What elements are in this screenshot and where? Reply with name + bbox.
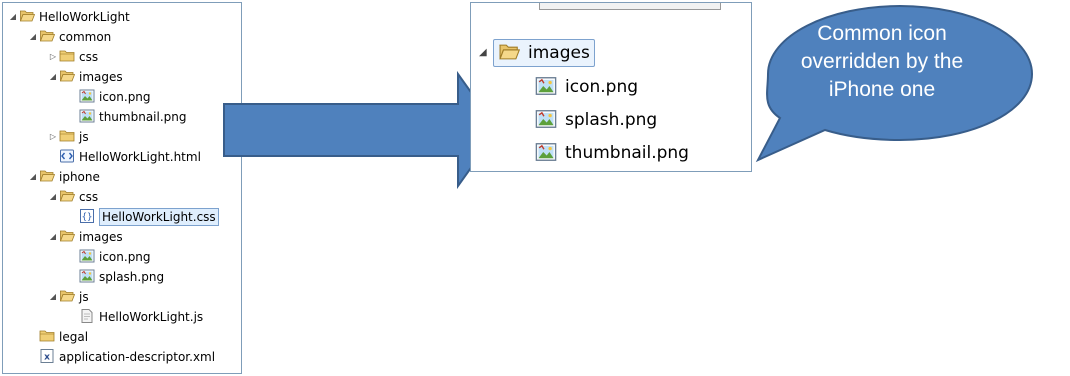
tree-node-label: HelloWorkLight — [39, 10, 130, 24]
open-folder-icon — [498, 41, 521, 63]
image-file-icon — [79, 268, 95, 284]
expanded-twisty-icon[interactable]: ◢ — [47, 67, 59, 87]
tree-node-helloworklight-js[interactable]: HelloWorkLight.js — [79, 307, 203, 327]
tree-node-label: thumbnail.png — [99, 110, 187, 124]
expanded-twisty-icon[interactable]: ◢ — [27, 27, 39, 47]
tree-node-label: legal — [59, 330, 89, 344]
zoom-node-thumbnail-png[interactable]: thumbnail.png — [535, 137, 689, 169]
callout-text: Common icon overridden by the iPhone one — [800, 22, 964, 101]
zoom-node-splash-png[interactable]: splash.png — [535, 104, 657, 136]
folder-icon — [39, 328, 55, 344]
project-tree-panel[interactable]: ◢ HelloWorkLight ◢ common ▷ css ◢ images ico… — [2, 2, 242, 374]
open-folder-icon — [39, 168, 56, 184]
tree-node-iphone-icon-png[interactable]: icon.png — [79, 247, 151, 267]
image-file-icon — [79, 108, 95, 124]
tree-node-label: icon.png — [99, 250, 151, 264]
tree-node-common-js[interactable]: ▷ js — [47, 127, 89, 147]
image-file-icon — [535, 108, 557, 130]
zoom-node-label: thumbnail.png — [565, 143, 689, 163]
tree-node-common-images[interactable]: ◢ images — [47, 67, 123, 87]
open-folder-icon — [19, 8, 36, 24]
open-folder-icon — [59, 68, 76, 84]
tree-node-common-thumbnail-png[interactable]: thumbnail.png — [79, 107, 187, 127]
tree-node-application-descriptor-xml[interactable]: x application-descriptor.xml — [39, 347, 215, 367]
tree-node-label: images — [79, 230, 123, 244]
tree-node-label: application-descriptor.xml — [59, 350, 216, 364]
tree-node-label: js — [79, 130, 89, 144]
open-folder-icon — [59, 228, 76, 244]
tree-node-helloworklight-css[interactable]: {} HelloWorkLight.css — [79, 207, 219, 227]
arrow-shape — [223, 70, 500, 190]
folder-icon — [59, 48, 75, 64]
tree-node-common[interactable]: ◢ common — [27, 27, 111, 47]
zoom-node-label: splash.png — [565, 110, 658, 130]
css-file-icon: {} — [79, 208, 95, 224]
tree-node-helloworklight-html[interactable]: HelloWorkLight.html — [59, 147, 201, 167]
tree-node-label: css — [79, 50, 99, 64]
tree-node-label: HelloWorkLight.css — [99, 208, 219, 226]
expanded-twisty-icon[interactable]: ◢ — [27, 167, 39, 187]
open-folder-icon — [39, 28, 56, 44]
zoom-node-selection: images — [493, 39, 595, 67]
image-file-icon — [535, 75, 557, 97]
collapsed-twisty-icon[interactable]: ▷ — [47, 127, 59, 147]
zoom-node-images[interactable]: ◢ images — [479, 37, 595, 69]
tree-node-label: css — [79, 190, 99, 204]
tree-node-iphone-js[interactable]: ◢ js — [47, 287, 89, 307]
partial-row-top — [539, 3, 721, 10]
tree-node-common-icon-png[interactable]: icon.png — [79, 87, 151, 107]
tree-node-label: js — [79, 290, 89, 304]
zoom-node-icon-png[interactable]: icon.png — [535, 71, 638, 103]
image-file-icon — [535, 141, 557, 163]
collapsed-twisty-icon[interactable]: ▷ — [47, 47, 59, 67]
html-file-icon — [59, 148, 75, 164]
tree-node-label: iphone — [59, 170, 100, 184]
svg-text:x: x — [44, 353, 50, 363]
tree-node-iphone-images[interactable]: ◢ images — [47, 227, 123, 247]
xml-file-icon: x — [39, 348, 55, 364]
expanded-twisty-icon[interactable]: ◢ — [7, 7, 19, 27]
tree-node-label: icon.png — [99, 90, 151, 104]
expanded-twisty-icon[interactable]: ◢ — [479, 37, 493, 69]
tree-node-label: splash.png — [99, 270, 165, 284]
tree-node-label: HelloWorkLight.js — [99, 310, 204, 324]
image-file-icon — [79, 88, 95, 104]
tree-node-iphone[interactable]: ◢ iphone — [27, 167, 100, 187]
js-file-icon — [79, 308, 95, 324]
zoom-node-label: icon.png — [565, 77, 639, 97]
tree-node-common-css[interactable]: ▷ css — [47, 47, 98, 67]
tree-node-legal[interactable]: legal — [39, 327, 88, 347]
tree-node-label: common — [59, 30, 112, 44]
tree-node-label: HelloWorkLight.html — [79, 150, 201, 164]
tree-node-helloworklight[interactable]: ◢ HelloWorkLight — [7, 7, 130, 27]
expanded-twisty-icon[interactable]: ◢ — [47, 187, 59, 207]
folder-icon — [59, 128, 75, 144]
expanded-twisty-icon[interactable]: ◢ — [47, 227, 59, 247]
zoom-node-label: images — [528, 43, 590, 63]
right-arrow-icon — [223, 70, 500, 190]
tree-node-iphone-splash-png[interactable]: splash.png — [79, 267, 164, 287]
svg-text:{}: {} — [82, 213, 93, 223]
expanded-twisty-icon[interactable]: ◢ — [47, 287, 59, 307]
image-file-icon — [79, 248, 95, 264]
tree-node-label: images — [79, 70, 123, 84]
tree-node-iphone-css[interactable]: ◢ css — [47, 187, 98, 207]
open-folder-icon — [59, 188, 76, 204]
open-folder-icon — [59, 288, 76, 304]
